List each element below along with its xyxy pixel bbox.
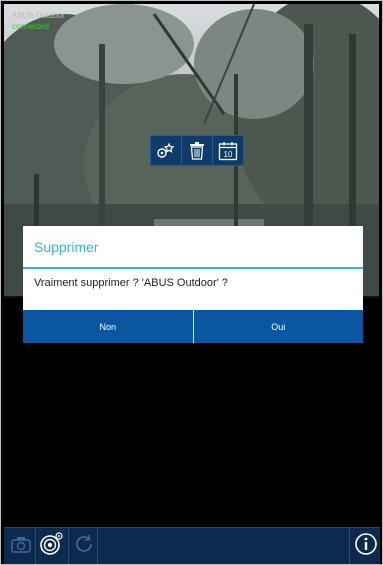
camera-status-overlay: connected xyxy=(12,22,49,31)
dialog-buttons: Non Oui xyxy=(23,310,363,343)
refresh-icon xyxy=(73,533,95,560)
refresh-button[interactable] xyxy=(70,532,98,560)
camera-button[interactable] xyxy=(7,532,35,560)
ptz-settings-icon xyxy=(155,142,177,160)
bottom-separator xyxy=(68,528,69,564)
bottom-toolbar xyxy=(4,527,380,564)
camera-name-overlay: ABUS Outdoor xyxy=(12,11,65,20)
app-frame: ABUS Outdoor connected 10 Supprimer Vrai… xyxy=(0,0,383,565)
delete-button[interactable] xyxy=(182,136,213,165)
dialog-message: Vraiment supprimer ? 'ABUS Outdoor' ? xyxy=(34,277,228,289)
calendar-day: 10 xyxy=(224,150,233,159)
ptz-settings-button[interactable] xyxy=(151,136,182,165)
yes-button[interactable]: Oui xyxy=(193,310,363,343)
calendar-icon: 10 xyxy=(218,141,238,161)
bottom-separator xyxy=(349,528,350,564)
no-button[interactable]: Non xyxy=(23,310,194,343)
info-icon xyxy=(354,532,378,561)
trash-icon xyxy=(189,141,205,160)
schedule-button[interactable]: 10 xyxy=(213,136,243,165)
lens-settings-icon xyxy=(38,531,64,562)
dialog-title: Supprimer xyxy=(34,239,99,255)
info-button[interactable] xyxy=(352,532,380,560)
camera-toolbar: 10 xyxy=(150,135,244,166)
dialog-divider xyxy=(23,267,363,269)
bottom-separator xyxy=(35,528,36,564)
camera-icon xyxy=(10,534,32,559)
lens-settings-button[interactable] xyxy=(37,531,65,562)
bottom-separator xyxy=(97,528,98,564)
delete-dialog: Supprimer Vraiment supprimer ? 'ABUS Out… xyxy=(23,226,363,343)
